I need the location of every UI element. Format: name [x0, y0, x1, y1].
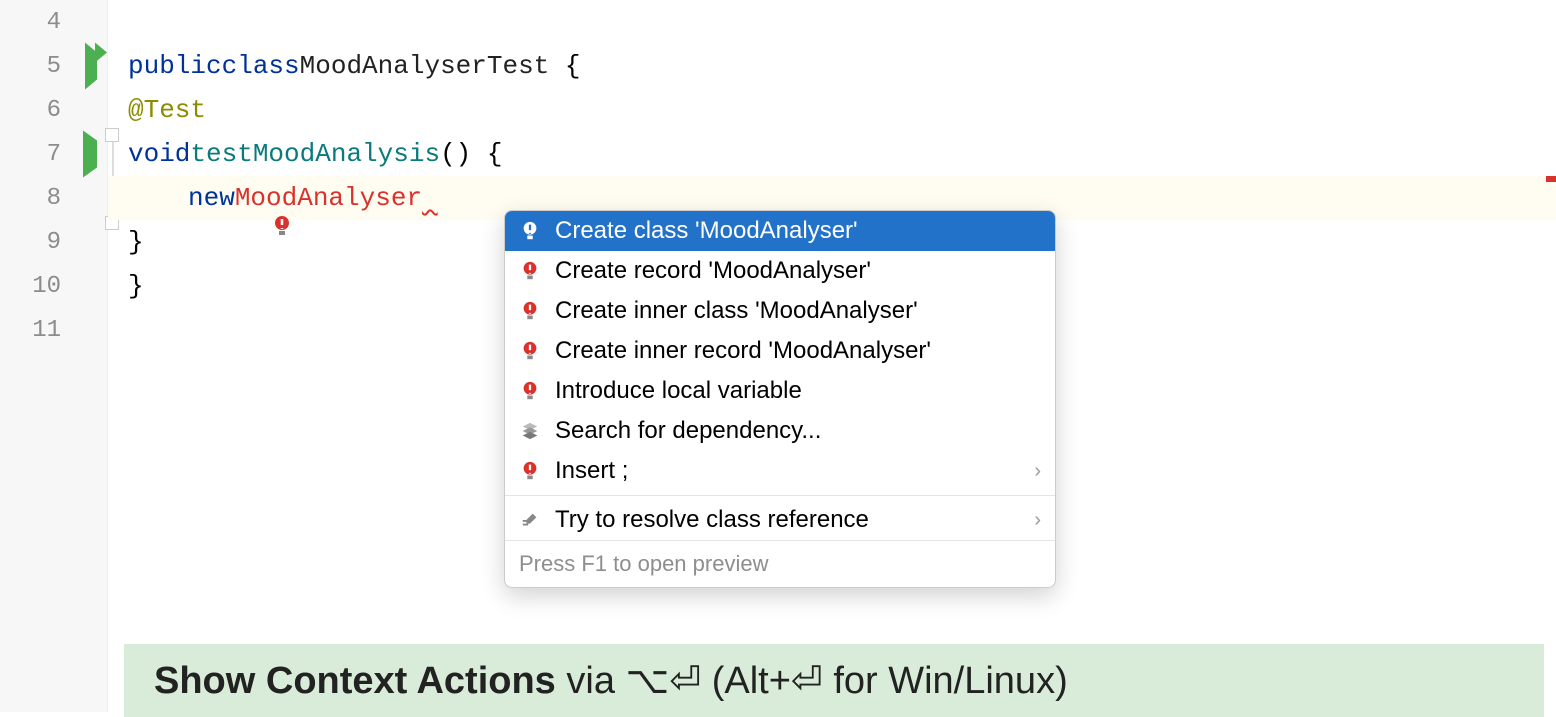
line-number: 10	[0, 264, 107, 308]
bulb-red-icon	[519, 460, 541, 482]
intention-item[interactable]: Create inner record 'MoodAnalyser'	[505, 331, 1055, 371]
run-test-icon[interactable]	[83, 141, 97, 168]
fold-handle-icon[interactable]	[105, 128, 119, 142]
bulb-red-icon	[519, 380, 541, 402]
popup-separator	[505, 495, 1055, 496]
intention-item[interactable]: Create record 'MoodAnalyser'	[505, 251, 1055, 291]
intention-item[interactable]: Insert ; ›	[505, 451, 1055, 491]
intention-item-label: Create inner record 'MoodAnalyser'	[555, 337, 931, 365]
bulb-red-icon	[519, 220, 541, 242]
intention-popup: Create class 'MoodAnalyser' Create record…	[504, 210, 1056, 588]
pencil-icon	[519, 509, 541, 531]
tutorial-hint-banner: Show Context Actions via ⌥⏎ (Alt+⏎ for W…	[124, 644, 1544, 717]
line-number: 9	[0, 220, 107, 264]
intention-bulb-icon[interactable]	[146, 185, 293, 275]
intention-item-label: Create class 'MoodAnalyser'	[555, 217, 858, 245]
code-line[interactable]: public class MoodAnalyserTest {	[108, 44, 1556, 88]
chevron-right-icon: ›	[1034, 509, 1041, 532]
code-line[interactable]: void testMoodAnalysis() {	[108, 132, 1556, 176]
bulb-red-icon	[519, 340, 541, 362]
line-number: 11	[0, 308, 107, 352]
intention-item-label: Create record 'MoodAnalyser'	[555, 257, 871, 285]
intention-item[interactable]: Introduce local variable	[505, 371, 1055, 411]
code-line[interactable]: @Test	[108, 88, 1556, 132]
bulb-red-icon	[519, 260, 541, 282]
line-number: 7	[0, 132, 107, 176]
run-class-icon[interactable]	[85, 53, 97, 80]
error-stripe-marker[interactable]	[1546, 176, 1556, 182]
line-number: 4	[0, 0, 107, 44]
intention-item-label: Try to resolve class reference	[555, 506, 869, 534]
bulb-red-icon	[519, 300, 541, 322]
intention-item[interactable]: Create class 'MoodAnalyser'	[505, 211, 1055, 251]
intention-item-label: Insert ;	[555, 457, 628, 485]
line-number: 6	[0, 88, 107, 132]
stack-icon	[519, 420, 541, 442]
intention-item-label: Create inner class 'MoodAnalyser'	[555, 297, 918, 325]
intention-item-label: Search for dependency...	[555, 417, 821, 445]
intention-item[interactable]: Create inner class 'MoodAnalyser'	[505, 291, 1055, 331]
line-number: 5	[0, 44, 107, 88]
line-gutter: 4 5 6 7 8 9 10 11	[0, 0, 108, 712]
popup-footer-hint: Press F1 to open preview	[505, 540, 1055, 587]
chevron-right-icon: ›	[1034, 460, 1041, 483]
code-line[interactable]	[108, 0, 1556, 44]
intention-item[interactable]: Try to resolve class reference ›	[505, 500, 1055, 540]
intention-item-label: Introduce local variable	[555, 377, 802, 405]
intention-item[interactable]: Search for dependency...	[505, 411, 1055, 451]
fold-strip	[108, 0, 116, 712]
line-number: 8	[0, 176, 107, 220]
